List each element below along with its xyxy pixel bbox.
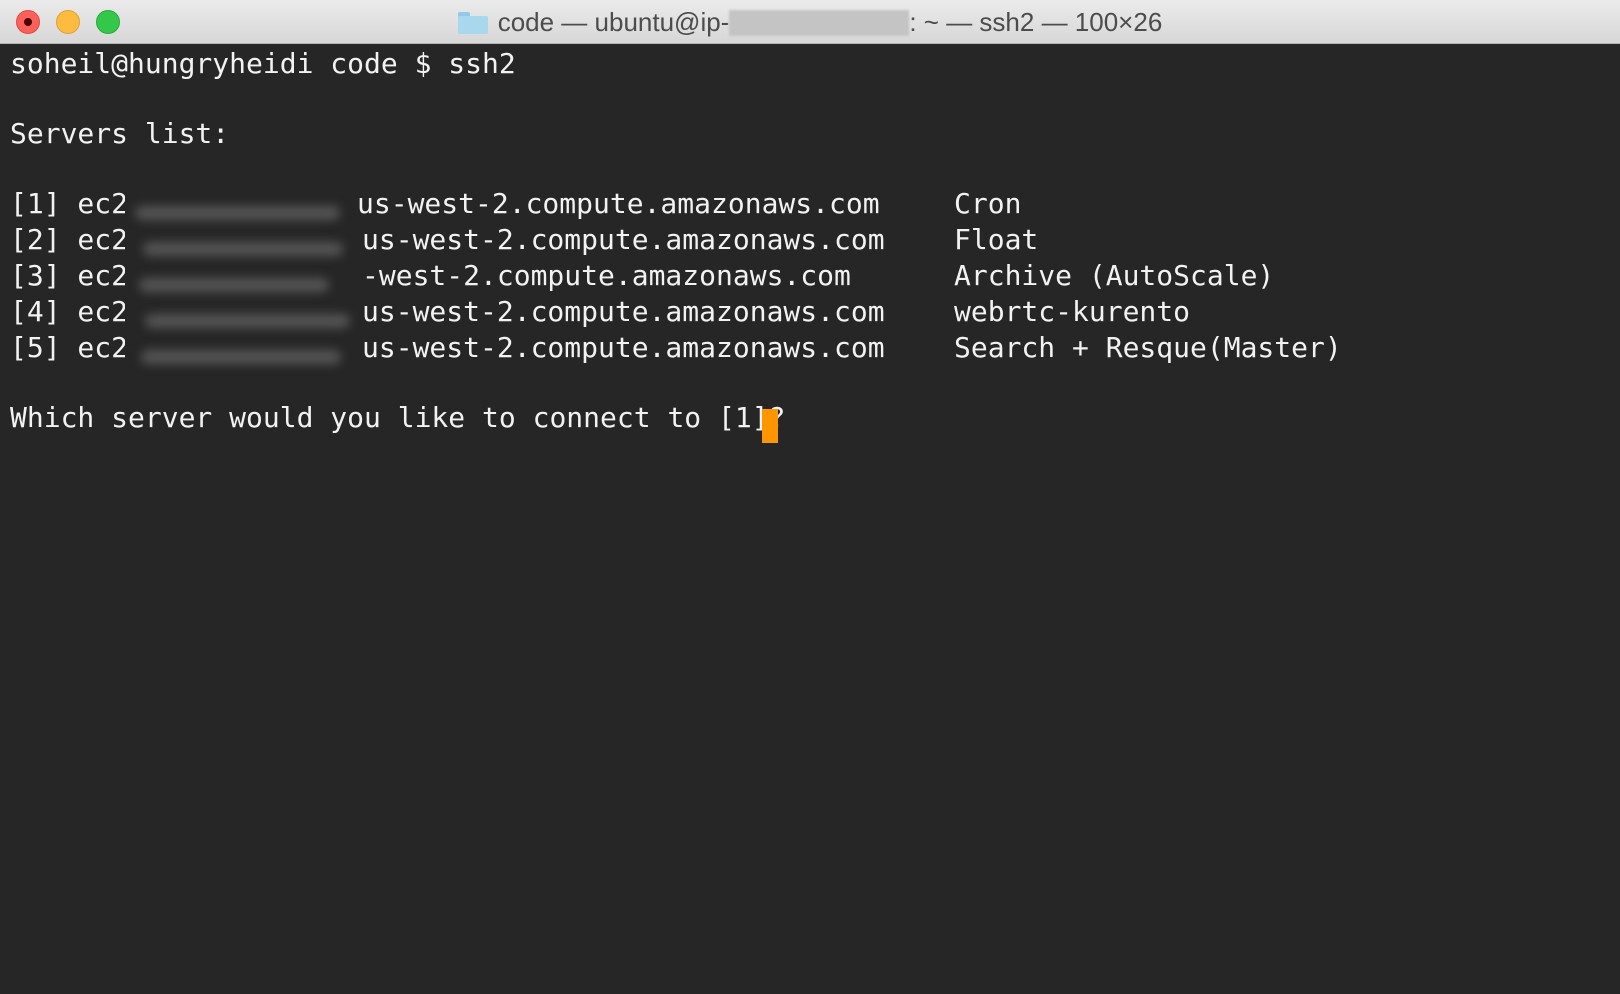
servers-list-heading: Servers list: [10,117,230,150]
connect-question: Which server would you like to connect t… [10,401,803,434]
server-row-label: Float [954,223,1039,256]
server-row-index: [1] ec2 [10,187,129,220]
server-row-label: Archive (AutoScale) [954,259,1275,292]
redacted-hostname [729,10,910,36]
server-row-index: [2] ec2 [10,223,129,256]
window-title-prefix: code — ubuntu@ip- [497,7,730,37]
server-row-host: us-west-2.compute.amazonaws.com [362,331,885,364]
redacted-hosts-overlay [125,184,357,422]
server-row-index: [5] ec2 [10,331,129,364]
prompt-line: soheil@hungryheidi code $ ssh2 [10,47,516,80]
server-row-host: us-west-2.compute.amazonaws.com [357,187,880,220]
server-row-host: us-west-2.compute.amazonaws.com [362,295,885,328]
server-row-host: -west-2.compute.amazonaws.com [362,259,851,292]
server-row-index: [3] ec2 [10,259,129,292]
server-row-label: Search + Resque(Master) [954,331,1342,364]
server-row-label: Cron [954,187,1022,220]
server-row-label: webrtc-kurento [954,295,1191,328]
server-row-index: [4] ec2 [10,295,129,328]
folder-icon [457,12,488,34]
window-title: code — ubuntu@ip- : ~ — ssh2 — 100×26 [0,0,1620,44]
title-bar[interactable]: code — ubuntu@ip- : ~ — ssh2 — 100×26 [0,0,1620,44]
server-row-host: us-west-2.compute.amazonaws.com [362,223,885,256]
window-title-suffix: : ~ — ssh2 — 100×26 [909,7,1163,37]
terminal-window: code — ubuntu@ip- : ~ — ssh2 — 100×26 soh… [0,0,1620,994]
terminal-content[interactable]: soheil@hungryheidi code $ ssh2 Servers l… [0,44,1620,994]
text-cursor[interactable] [762,409,778,443]
